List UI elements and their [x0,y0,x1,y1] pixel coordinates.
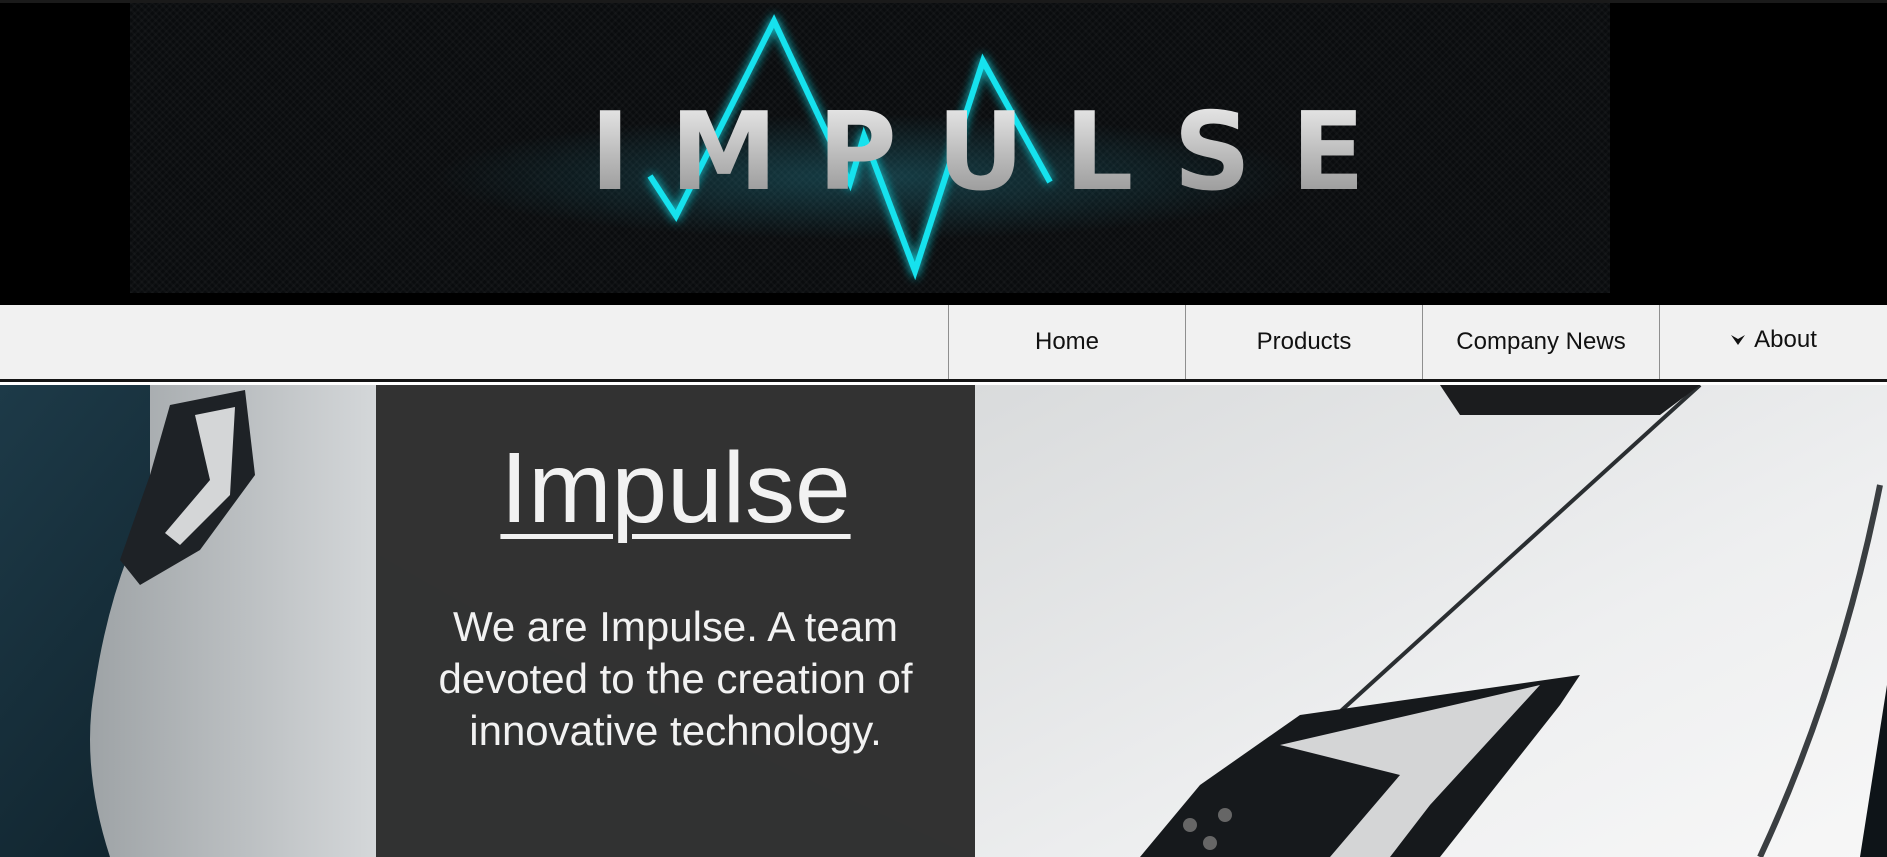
nav-about-dropdown[interactable]: About [1659,305,1887,379]
nav-company-news-label: Company News [1456,328,1626,355]
intro-panel: Impulse We are Impulse. A team devoted t… [376,385,975,857]
nav-home-link[interactable]: Home [948,305,1185,379]
nav-home-label: Home [1034,328,1100,355]
nav-products-link[interactable]: Products [1185,305,1422,379]
chevron-down-icon [1731,335,1746,345]
hero-section: Impulse We are Impulse. A team devoted t… [0,385,1887,857]
header-banner: IMPULSE [0,0,1887,305]
logo-text: IMPULSE [590,90,1405,215]
hero-title-link[interactable]: Impulse [376,433,975,543]
hero-description: We are Impulse. A team devoted to the cr… [438,603,913,754]
nav-company-news-link[interactable]: Company News [1422,305,1659,379]
nav-products-label: Products [1256,328,1352,355]
main-nav: Home Products Company News About [0,305,1887,382]
nav-about-label: About [1754,326,1817,353]
impulse-logo: IMPULSE [140,14,1600,281]
